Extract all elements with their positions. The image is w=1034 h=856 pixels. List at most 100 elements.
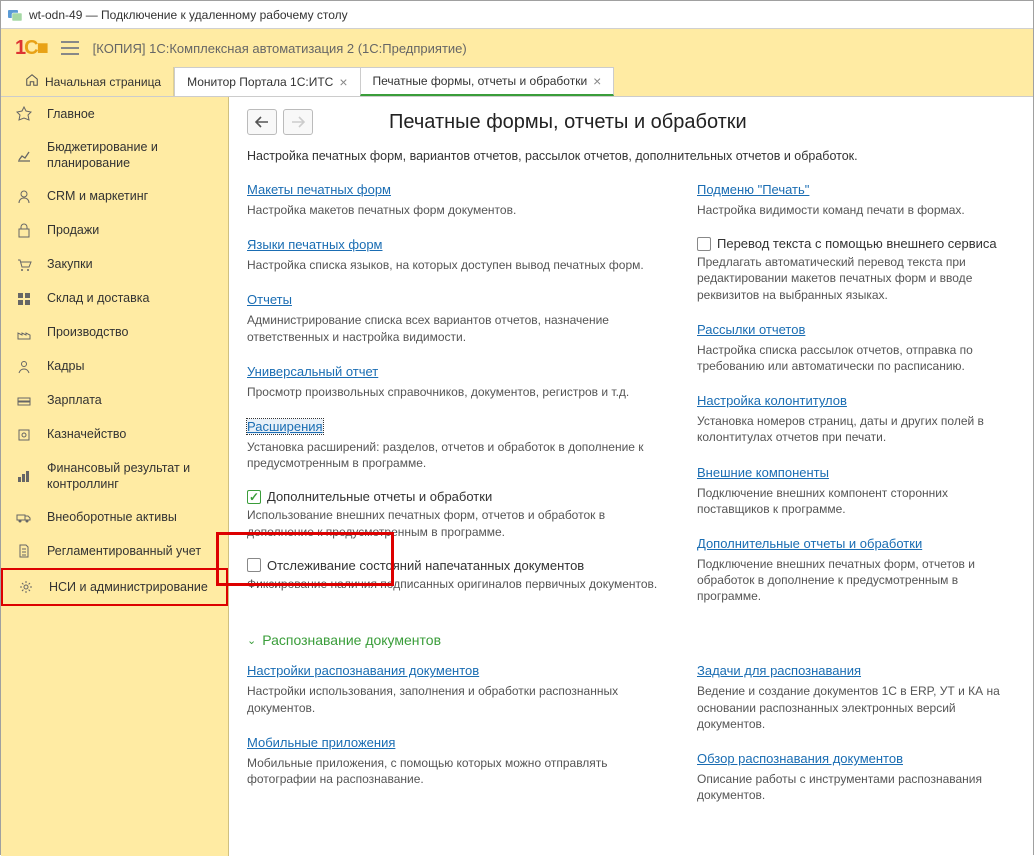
setting-desc: Подключение внешних компонент сторонних … [697,485,1015,517]
sidebar: Главное Бюджетирование и планирование CRM … [1,97,229,856]
checkbox-icon[interactable] [697,237,711,251]
main-content: Печатные формы, отчеты и обработки Настр… [229,97,1033,856]
section-title: Распознавание документов [262,632,441,648]
setting-block: Универсальный отчетПросмотр произвольных… [247,363,667,400]
setting-link[interactable]: Настройки распознавания документов [247,663,479,678]
setting-block: Дополнительные отчеты и обработки Подключ… [697,535,1015,605]
close-icon[interactable]: × [339,74,347,90]
setting-desc: Мобильные приложения, с помощью которых … [247,755,667,787]
tab-home-label: Начальная страница [45,75,161,89]
setting-block: Задачи для распознаванияВедение и создан… [697,662,1015,732]
tab-label: Монитор Портала 1С:ИТС [187,75,333,89]
sidebar-item-9[interactable]: Казначейство [1,418,228,452]
setting-link[interactable]: Отчеты [247,292,292,307]
sidebar-item-label: Главное [47,106,95,122]
checkbox-row[interactable]: Отслеживание состояний напечатанных доку… [247,558,667,573]
doc-icon [15,542,33,560]
window-title: wt-odn-49 — Подключение к удаленному раб… [29,8,348,22]
sidebar-item-5[interactable]: Склад и доставка [1,282,228,316]
checkbox-icon[interactable] [247,490,261,504]
setting-block: Обзор распознавания документовОписание р… [697,750,1015,803]
checkbox-row[interactable]: Дополнительные отчеты и обработки [247,489,667,504]
setting-link[interactable]: Мобильные приложения [247,735,395,750]
checkbox-label: Отслеживание состояний напечатанных доку… [267,558,584,573]
setting-link[interactable]: Расширения [247,419,323,434]
section-recognition-header[interactable]: ⌄ Распознавание документов [247,632,1015,648]
checkbox-row[interactable]: Перевод текста с помощью внешнего сервис… [697,236,1015,251]
sidebar-item-label: CRM и маркетинг [47,188,148,204]
nav-back-button[interactable] [247,109,277,135]
sidebar-item-6[interactable]: Производство [1,316,228,350]
menu-icon[interactable] [61,41,79,55]
setting-desc: Настройка списка языков, на которых дост… [247,257,667,273]
sidebar-item-label: Продажи [47,222,99,238]
setting-link[interactable]: Универсальный отчет [247,364,378,379]
setting-desc: Фиксирование наличия подписанных оригина… [247,576,667,592]
setting-desc: Предлагать автоматический перевод текста… [697,254,1015,303]
setting-link[interactable]: Обзор распознавания документов [697,751,903,766]
sidebar-item-7[interactable]: Кадры [1,350,228,384]
sidebar-item-label: Склад и доставка [47,290,149,306]
sidebar-item-label: Внеоборотные активы [47,509,177,525]
sidebar-item-0[interactable]: Главное [1,97,228,131]
chevron-down-icon: ⌄ [247,634,256,647]
sidebar-item-2[interactable]: CRM и маркетинг [1,180,228,214]
setting-desc: Настройки использования, заполнения и об… [247,683,667,715]
checkbox-label: Перевод текста с помощью внешнего сервис… [717,236,997,251]
setting-link[interactable]: Языки печатных форм [247,237,383,252]
sidebar-item-13[interactable]: НСИ и администрирование [1,568,228,606]
safe-icon [15,426,33,444]
setting-link[interactable]: Внешние компоненты [697,465,829,480]
page-title: Печатные формы, отчеты и обработки [389,111,747,134]
close-icon[interactable]: × [593,73,601,89]
gear-icon [17,578,35,596]
tab-print-forms[interactable]: Печатные формы, отчеты и обработки × [360,67,615,96]
setting-block: Дополнительные отчеты и обработкиИспольз… [247,489,667,539]
tab-monitor[interactable]: Монитор Портала 1С:ИТС × [174,67,360,96]
setting-block: Мобильные приложения Мобильные приложения… [247,734,667,787]
setting-desc: Настройка списка рассылок отчетов, отпра… [697,342,1015,374]
person-icon [15,188,33,206]
sidebar-item-label: Финансовый результат и контроллинг [47,460,214,493]
sidebar-item-1[interactable]: Бюджетирование и планирование [1,131,228,180]
factory-icon [15,324,33,342]
sidebar-item-8[interactable]: Зарплата [1,384,228,418]
setting-link[interactable]: Рассылки отчетов [697,322,805,337]
nav-forward-button[interactable] [283,109,313,135]
cart-icon [15,256,33,274]
sidebar-item-label: Закупки [47,256,93,272]
setting-desc: Администрирование списка всех вариантов … [247,312,667,344]
setting-link[interactable]: Задачи для распознавания [697,663,861,678]
setting-block: Языки печатных форм Настройка списка язык… [247,236,667,273]
setting-block: Расширения Установка расширений: разделов… [247,418,667,471]
chart-icon [15,146,33,164]
checkbox-icon[interactable] [247,558,261,572]
sidebar-item-label: Кадры [47,358,84,374]
setting-link[interactable]: Макеты печатных форм [247,182,391,197]
checkbox-label: Дополнительные отчеты и обработки [267,489,492,504]
sidebar-item-4[interactable]: Закупки [1,248,228,282]
sidebar-item-10[interactable]: Финансовый результат и контроллинг [1,452,228,501]
setting-block: Отслеживание состояний напечатанных доку… [247,558,667,592]
sidebar-item-12[interactable]: Регламентированный учет [1,534,228,568]
setting-block: Макеты печатных формНастройка макетов пе… [247,181,667,218]
setting-desc: Установка расширений: разделов, отчетов … [247,439,667,471]
sidebar-item-11[interactable]: Внеоборотные активы [1,500,228,534]
sidebar-item-label: Регламентированный учет [47,543,201,559]
truck-icon [15,508,33,526]
tab-home[interactable]: Начальная страница [13,67,174,96]
app-title: [КОПИЯ] 1С:Комплексная автоматизация 2 (… [93,41,467,56]
setting-link[interactable]: Подменю "Печать" [697,182,809,197]
sidebar-item-label: Зарплата [47,392,102,408]
setting-desc: Подключение внешних печатных форм, отчет… [697,556,1015,605]
setting-block: Перевод текста с помощью внешнего сервис… [697,236,1015,303]
nav-toolbar: Печатные формы, отчеты и обработки [247,109,1015,135]
column-right: Подменю "Печать" Настройка видимости кома… [697,181,1015,622]
app-header: 1C■ [КОПИЯ] 1С:Комплексная автоматизация… [1,29,1033,67]
page-subtitle: Настройка печатных форм, вариантов отчет… [247,149,1015,163]
setting-desc: Настройка видимости команд печати в форм… [697,202,1015,218]
sidebar-item-label: Бюджетирование и планирование [47,139,214,172]
setting-link[interactable]: Дополнительные отчеты и обработки [697,536,922,551]
setting-link[interactable]: Настройка колонтитулов [697,393,847,408]
sidebar-item-3[interactable]: Продажи [1,214,228,248]
